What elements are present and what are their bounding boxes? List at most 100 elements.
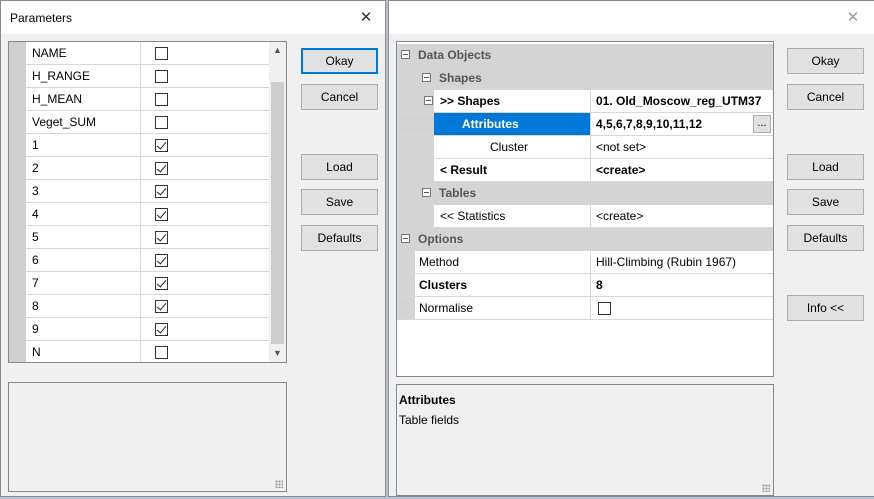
field-name: 9: [32, 322, 39, 336]
field-name: 4: [32, 207, 39, 221]
attributes-value[interactable]: 4,5,6,7,8,9,10,11,12: [596, 117, 702, 131]
resize-grip-icon[interactable]: [275, 480, 283, 488]
method-value[interactable]: Hill-Climbing (Rubin 1967): [596, 255, 736, 269]
field-checkbox[interactable]: [155, 346, 168, 359]
okay-button[interactable]: Okay: [787, 48, 864, 74]
browse-button[interactable]: ...: [753, 115, 771, 133]
load-button[interactable]: Load: [787, 154, 864, 180]
category-options[interactable]: Options: [397, 228, 773, 251]
field-name: 3: [32, 184, 39, 198]
field-checkbox[interactable]: [155, 162, 168, 175]
property-statistics[interactable]: << Statistics <create>: [397, 205, 773, 228]
scroll-thumb[interactable]: [271, 82, 284, 344]
field-row[interactable]: 6: [26, 249, 271, 272]
field-checkbox[interactable]: [155, 231, 168, 244]
checkmark-icon: [156, 277, 167, 288]
save-button[interactable]: Save: [787, 189, 864, 215]
property-clusters[interactable]: Clusters 8: [397, 274, 773, 297]
column-divider: [140, 226, 141, 248]
field-row[interactable]: H_RANGE: [26, 65, 271, 88]
field-name: 1: [32, 138, 39, 152]
statistics-value[interactable]: <create>: [596, 209, 643, 223]
group-shapes[interactable]: Shapes: [397, 67, 773, 90]
cancel-button[interactable]: Cancel: [301, 84, 378, 110]
column-divider: [140, 88, 141, 110]
field-checkbox[interactable]: [155, 70, 168, 83]
field-row[interactable]: 4: [26, 203, 271, 226]
field-checklist[interactable]: NAME H_RANGE H_MEAN Veget_SUM 1 2 3 4 5 6 7 8 9 N ▲ ▼: [8, 41, 287, 363]
resize-grip-icon[interactable]: [762, 484, 770, 492]
checkmark-icon: [156, 208, 167, 219]
scroll-up-icon[interactable]: ▲: [269, 42, 286, 59]
field-checkbox[interactable]: [155, 93, 168, 106]
collapse-icon[interactable]: [422, 188, 431, 197]
property-normalise[interactable]: Normalise: [397, 297, 773, 320]
property-attributes[interactable]: Attributes 4,5,6,7,8,9,10,11,12 ...: [397, 113, 773, 136]
okay-button[interactable]: Okay: [301, 48, 378, 74]
property-grid[interactable]: Data Objects Shapes >> Shapes 01. Old_Mo…: [396, 41, 774, 377]
field-checkbox[interactable]: [155, 185, 168, 198]
field-row[interactable]: 7: [26, 272, 271, 295]
property-shapes[interactable]: >> Shapes 01. Old_Moscow_reg_UTM37: [397, 90, 773, 113]
field-checkbox[interactable]: [155, 208, 168, 221]
property-label: Attributes: [462, 117, 519, 131]
field-row[interactable]: 2: [26, 157, 271, 180]
field-row[interactable]: N: [26, 341, 271, 362]
field-checkbox[interactable]: [155, 323, 168, 336]
vertical-scrollbar[interactable]: ▲ ▼: [269, 42, 286, 362]
field-checkbox[interactable]: [155, 139, 168, 152]
field-name: 5: [32, 230, 39, 244]
load-button[interactable]: Load: [301, 154, 378, 180]
property-result[interactable]: < Result <create>: [397, 159, 773, 182]
field-row[interactable]: 1: [26, 134, 271, 157]
field-name: NAME: [32, 46, 67, 60]
collapse-icon[interactable]: [422, 73, 431, 82]
property-label: Clusters: [419, 278, 468, 292]
field-checkbox[interactable]: [155, 116, 168, 129]
tool-dialog: ✕ Data Objects Shapes >> Shapes 01. Old_…: [388, 0, 874, 497]
checkmark-icon: [156, 231, 167, 242]
row-gutter: [397, 205, 434, 227]
save-button[interactable]: Save: [301, 189, 378, 215]
field-checkbox[interactable]: [155, 254, 168, 267]
result-value[interactable]: <create>: [596, 163, 645, 177]
property-method[interactable]: Method Hill-Climbing (Rubin 1967): [397, 251, 773, 274]
field-checkbox[interactable]: [155, 47, 168, 60]
collapse-icon[interactable]: [401, 234, 410, 243]
info-button[interactable]: Info <<: [787, 295, 864, 321]
close-icon[interactable]: ✕: [842, 7, 864, 29]
description-panel: [8, 382, 287, 492]
field-row[interactable]: 9: [26, 318, 271, 341]
shapes-value[interactable]: 01. Old_Moscow_reg_UTM37: [596, 94, 761, 108]
field-name: H_RANGE: [32, 69, 91, 83]
defaults-button[interactable]: Defaults: [301, 225, 378, 251]
field-row[interactable]: H_MEAN: [26, 88, 271, 111]
field-row[interactable]: Veget_SUM: [26, 111, 271, 134]
field-row[interactable]: 3: [26, 180, 271, 203]
column-divider: [140, 134, 141, 156]
field-name: H_MEAN: [32, 92, 83, 106]
field-row[interactable]: 8: [26, 295, 271, 318]
scroll-down-icon[interactable]: ▼: [269, 345, 286, 362]
field-checkbox[interactable]: [155, 277, 168, 290]
property-cluster[interactable]: Cluster <not set>: [397, 136, 773, 159]
column-divider: [140, 318, 141, 340]
category-data-objects[interactable]: Data Objects: [397, 44, 773, 67]
field-checkbox[interactable]: [155, 300, 168, 313]
field-name: Veget_SUM: [32, 115, 97, 129]
normalise-checkbox[interactable]: [598, 302, 611, 315]
defaults-button[interactable]: Defaults: [787, 225, 864, 251]
cluster-value[interactable]: <not set>: [596, 140, 646, 154]
close-icon[interactable]: ✕: [355, 7, 377, 29]
cancel-button[interactable]: Cancel: [787, 84, 864, 110]
collapse-icon[interactable]: [401, 50, 410, 59]
column-divider: [140, 180, 141, 202]
group-tables[interactable]: Tables: [397, 182, 773, 205]
field-row[interactable]: NAME: [26, 42, 271, 65]
collapse-icon[interactable]: [424, 96, 433, 105]
column-divider: [140, 42, 141, 64]
field-row[interactable]: 5: [26, 226, 271, 249]
column-divider: [140, 111, 141, 133]
column-divider: [140, 272, 141, 294]
clusters-value[interactable]: 8: [596, 278, 603, 292]
